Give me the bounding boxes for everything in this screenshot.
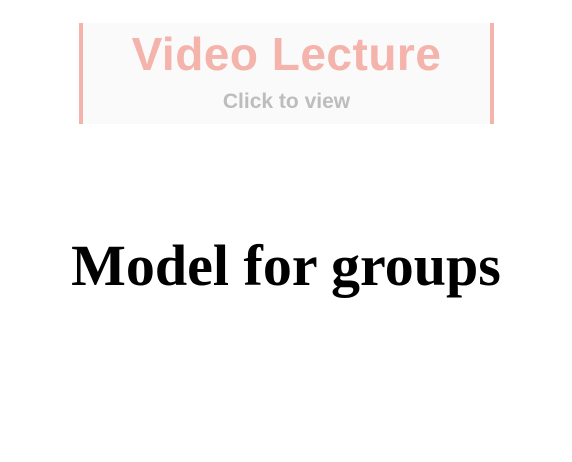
page-heading: Model for groups <box>71 233 501 298</box>
click-to-view-label: Click to view <box>222 90 351 113</box>
video-lecture-title: Video Lecture <box>131 28 442 80</box>
video-lecture-banner[interactable]: Video Lecture Click to view <box>79 23 494 124</box>
page: Video Lecture Click to view Model for gr… <box>0 0 572 462</box>
